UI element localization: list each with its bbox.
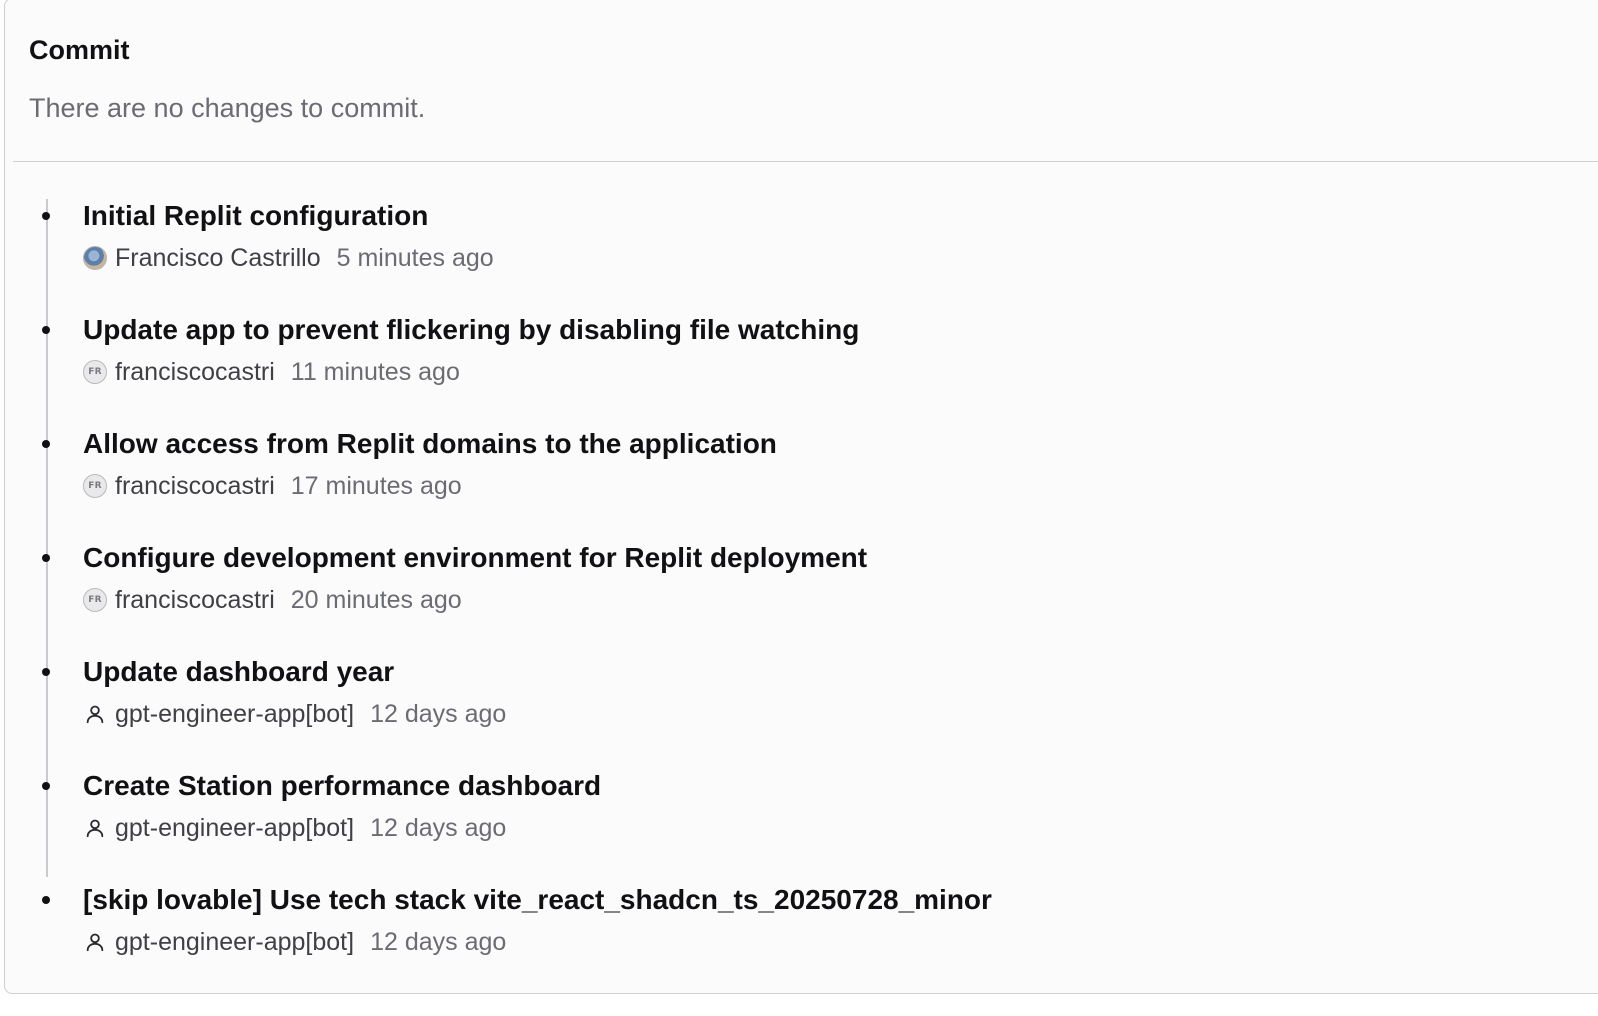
commit-item[interactable]: Initial Replit configuration Francisco Ca… xyxy=(5,199,1205,299)
commit-time: 20 minutes ago xyxy=(290,585,462,614)
timeline-dot xyxy=(42,668,50,676)
commit-time: 17 minutes ago xyxy=(290,471,462,500)
author-avatar-initials: FR xyxy=(83,360,107,384)
commit-author: franciscocastri xyxy=(115,357,275,386)
commit-author: franciscocastri xyxy=(115,471,275,500)
commit-message[interactable]: Initial Replit configuration xyxy=(83,199,428,233)
author-avatar xyxy=(83,246,107,270)
commit-heading: Commit xyxy=(29,35,130,65)
author-avatar-initials: FR xyxy=(83,588,107,612)
commit-meta: gpt-engineer-app[bot] 12 days ago xyxy=(83,699,506,729)
timeline-dot xyxy=(42,212,50,220)
commit-author: franciscocastri xyxy=(115,585,275,614)
commit-author: gpt-engineer-app[bot] xyxy=(115,699,355,728)
commit-message[interactable]: Update app to prevent flickering by disa… xyxy=(83,313,859,347)
commit-item[interactable]: Create Station performance dashboard gpt-… xyxy=(5,769,1205,869)
author-avatar-initials: FR xyxy=(83,474,107,498)
timeline-dot xyxy=(42,326,50,334)
commit-message[interactable]: Configure development environment for Re… xyxy=(83,541,867,575)
git-panel: Commit There are no changes to commit. I… xyxy=(4,0,1598,994)
commit-item[interactable]: Configure development environment for Re… xyxy=(5,541,1205,641)
commit-meta: FR franciscocastri 20 minutes ago xyxy=(83,585,462,615)
commit-item[interactable]: Allow access from Replit domains to the … xyxy=(5,427,1205,527)
commit-item[interactable]: Update dashboard year gpt-engineer-app[bo… xyxy=(5,655,1205,755)
commit-author: gpt-engineer-app[bot] xyxy=(115,927,355,956)
no-changes-message: There are no changes to commit. xyxy=(29,93,426,123)
commit-meta: FR franciscocastri 11 minutes ago xyxy=(83,357,460,387)
commit-time: 12 days ago xyxy=(370,813,507,842)
section-divider xyxy=(13,161,1598,162)
commit-meta: Francisco Castrillo 5 minutes ago xyxy=(83,243,494,273)
commit-time: 11 minutes ago xyxy=(290,357,460,386)
user-icon xyxy=(83,816,107,840)
timeline-dot xyxy=(42,896,50,904)
user-icon xyxy=(83,702,107,726)
timeline-dot xyxy=(42,782,50,790)
commit-meta: gpt-engineer-app[bot] 12 days ago xyxy=(83,927,506,957)
commit-author: gpt-engineer-app[bot] xyxy=(115,813,355,842)
commit-item[interactable]: Update app to prevent flickering by disa… xyxy=(5,313,1205,413)
commit-meta: FR franciscocastri 17 minutes ago xyxy=(83,471,462,501)
commit-message[interactable]: Allow access from Replit domains to the … xyxy=(83,427,777,461)
timeline-dot xyxy=(42,554,50,562)
commit-time: 12 days ago xyxy=(370,927,507,956)
commit-item[interactable]: [skip lovable] Use tech stack vite_react… xyxy=(5,883,1205,983)
user-icon xyxy=(83,930,107,954)
commit-author: Francisco Castrillo xyxy=(115,243,321,272)
commit-message[interactable]: Create Station performance dashboard xyxy=(83,769,601,803)
commit-message[interactable]: Update dashboard year xyxy=(83,655,394,689)
commit-meta: gpt-engineer-app[bot] 12 days ago xyxy=(83,813,506,843)
commit-time: 5 minutes ago xyxy=(336,243,494,272)
commit-message[interactable]: [skip lovable] Use tech stack vite_react… xyxy=(83,883,992,917)
commit-section: Commit There are no changes to commit. xyxy=(29,33,425,125)
commit-time: 12 days ago xyxy=(370,699,507,728)
timeline-dot xyxy=(42,440,50,448)
